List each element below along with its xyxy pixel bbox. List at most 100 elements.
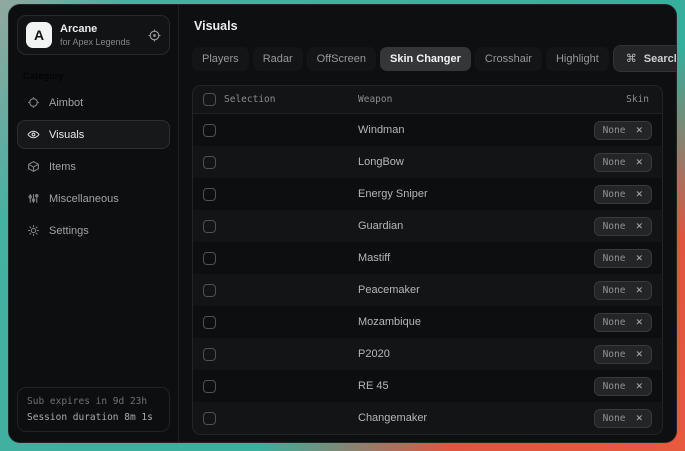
skin-badge[interactable]: None ✕ <box>594 153 652 172</box>
weapon-name: Changemaker <box>358 412 427 424</box>
command-key-icon: ⌘ <box>626 52 637 65</box>
row-checkbox[interactable] <box>203 156 216 169</box>
session-duration-text: Session duration 8m 1s <box>27 412 160 423</box>
clear-skin-icon[interactable]: ✕ <box>635 253 643 264</box>
table-row-energy-sniper[interactable]: Energy Sniper None ✕ <box>193 178 662 210</box>
skin-value: None <box>603 253 626 264</box>
skin-value: None <box>603 381 626 392</box>
table-row-longbow[interactable]: LongBow None ✕ <box>193 146 662 178</box>
table-header-row: Selection Weapon Skin <box>193 86 662 114</box>
table-row-mastiff[interactable]: Mastiff None ✕ <box>193 242 662 274</box>
skin-badge[interactable]: None ✕ <box>594 345 652 364</box>
row-checkbox[interactable] <box>203 348 216 361</box>
weapon-name: Mastiff <box>358 252 390 264</box>
app-meta: Arcane for Apex Legends <box>60 23 130 47</box>
skin-badge[interactable]: None ✕ <box>594 313 652 332</box>
weapon-name: Energy Sniper <box>358 188 428 200</box>
tab-highlight[interactable]: Highlight <box>546 47 609 71</box>
select-all-checkbox[interactable] <box>203 93 216 106</box>
weapon-name: P2020 <box>358 348 390 360</box>
sidebar-item-label: Settings <box>49 225 89 237</box>
app-name: Arcane <box>60 23 130 35</box>
skin-badge[interactable]: None ✕ <box>594 217 652 236</box>
sidebar-item-items[interactable]: Items <box>17 152 170 181</box>
tab-bar: Players Radar OffScreen Skin Changer Cro… <box>192 45 663 72</box>
skin-value: None <box>603 221 626 232</box>
clear-skin-icon[interactable]: ✕ <box>635 285 643 296</box>
search-button-label: Search <box>644 53 677 65</box>
skin-value: None <box>603 125 626 136</box>
category-label: Category <box>23 71 164 81</box>
sidebar-item-miscellaneous[interactable]: Miscellaneous <box>17 184 170 213</box>
sidebar-item-label: Visuals <box>49 129 84 141</box>
skin-value: None <box>603 317 626 328</box>
tab-crosshair[interactable]: Crosshair <box>475 47 542 71</box>
skin-badge[interactable]: None ✕ <box>594 185 652 204</box>
tab-players[interactable]: Players <box>192 47 249 71</box>
table-body: Windman None ✕ LongBow None ✕ <box>193 114 662 434</box>
clear-skin-icon[interactable]: ✕ <box>635 349 643 360</box>
tab-radar[interactable]: Radar <box>253 47 303 71</box>
app-logo: A <box>26 22 52 48</box>
skin-value: None <box>603 157 626 168</box>
sidebar-item-settings[interactable]: Settings <box>17 216 170 245</box>
row-checkbox[interactable] <box>203 284 216 297</box>
clear-skin-icon[interactable]: ✕ <box>635 157 643 168</box>
clear-skin-icon[interactable]: ✕ <box>635 221 643 232</box>
row-checkbox[interactable] <box>203 124 216 137</box>
column-header-skin: Skin <box>626 94 649 105</box>
skin-badge[interactable]: None ✕ <box>594 409 652 428</box>
skin-badge[interactable]: None ✕ <box>594 121 652 140</box>
main-panel: Visuals Players Radar OffScreen Skin Cha… <box>179 5 676 442</box>
search-button[interactable]: ⌘ Search <box>613 45 677 72</box>
page-title: Visuals <box>194 19 663 33</box>
sidebar-item-label: Aimbot <box>49 97 83 109</box>
tab-skin-changer[interactable]: Skin Changer <box>380 47 471 71</box>
target-icon[interactable] <box>148 29 161 42</box>
app-window: A Arcane for Apex Legends Category <box>8 4 677 443</box>
subscription-info-card: Sub expires in 9d 23h Session duration 8… <box>17 387 170 432</box>
skin-changer-table: Selection Weapon Skin Windman None ✕ Lon… <box>192 85 663 435</box>
row-checkbox[interactable] <box>203 316 216 329</box>
skin-badge[interactable]: None ✕ <box>594 281 652 300</box>
weapon-name: Guardian <box>358 220 403 232</box>
skin-value: None <box>603 285 626 296</box>
table-row-mozambique[interactable]: Mozambique None ✕ <box>193 306 662 338</box>
app-subtitle: for Apex Legends <box>60 37 130 47</box>
clear-skin-icon[interactable]: ✕ <box>635 125 643 136</box>
gear-icon <box>27 224 40 237</box>
table-row-re45[interactable]: RE 45 None ✕ <box>193 370 662 402</box>
clear-skin-icon[interactable]: ✕ <box>635 189 643 200</box>
clear-skin-icon[interactable]: ✕ <box>635 413 643 424</box>
table-row-peacemaker[interactable]: Peacemaker None ✕ <box>193 274 662 306</box>
row-checkbox[interactable] <box>203 220 216 233</box>
row-checkbox[interactable] <box>203 412 216 425</box>
row-checkbox[interactable] <box>203 188 216 201</box>
table-row-windman[interactable]: Windman None ✕ <box>193 114 662 146</box>
row-checkbox[interactable] <box>203 380 216 393</box>
weapon-name: RE 45 <box>358 380 389 392</box>
weapon-name: Windman <box>358 124 404 136</box>
table-row-changemaker[interactable]: Changemaker None ✕ <box>193 402 662 434</box>
clear-skin-icon[interactable]: ✕ <box>635 381 643 392</box>
table-row-p2020[interactable]: P2020 None ✕ <box>193 338 662 370</box>
box-icon <box>27 160 40 173</box>
weapon-name: LongBow <box>358 156 404 168</box>
crosshair-icon <box>27 96 40 109</box>
column-header-weapon: Weapon <box>358 94 392 105</box>
skin-badge[interactable]: None ✕ <box>594 377 652 396</box>
weapon-name: Mozambique <box>358 316 421 328</box>
clear-skin-icon[interactable]: ✕ <box>635 317 643 328</box>
sidebar-item-label: Items <box>49 161 76 173</box>
sub-expires-text: Sub expires in 9d 23h <box>27 396 160 407</box>
row-checkbox[interactable] <box>203 252 216 265</box>
sliders-icon <box>27 192 40 205</box>
app-header-card: A Arcane for Apex Legends <box>17 15 170 55</box>
skin-value: None <box>603 349 626 360</box>
table-row-guardian[interactable]: Guardian None ✕ <box>193 210 662 242</box>
skin-badge[interactable]: None ✕ <box>594 249 652 268</box>
sidebar-item-aimbot[interactable]: Aimbot <box>17 88 170 117</box>
sidebar-item-visuals[interactable]: Visuals <box>17 120 170 149</box>
tab-offscreen[interactable]: OffScreen <box>307 47 376 71</box>
sidebar: A Arcane for Apex Legends Category <box>9 5 179 442</box>
